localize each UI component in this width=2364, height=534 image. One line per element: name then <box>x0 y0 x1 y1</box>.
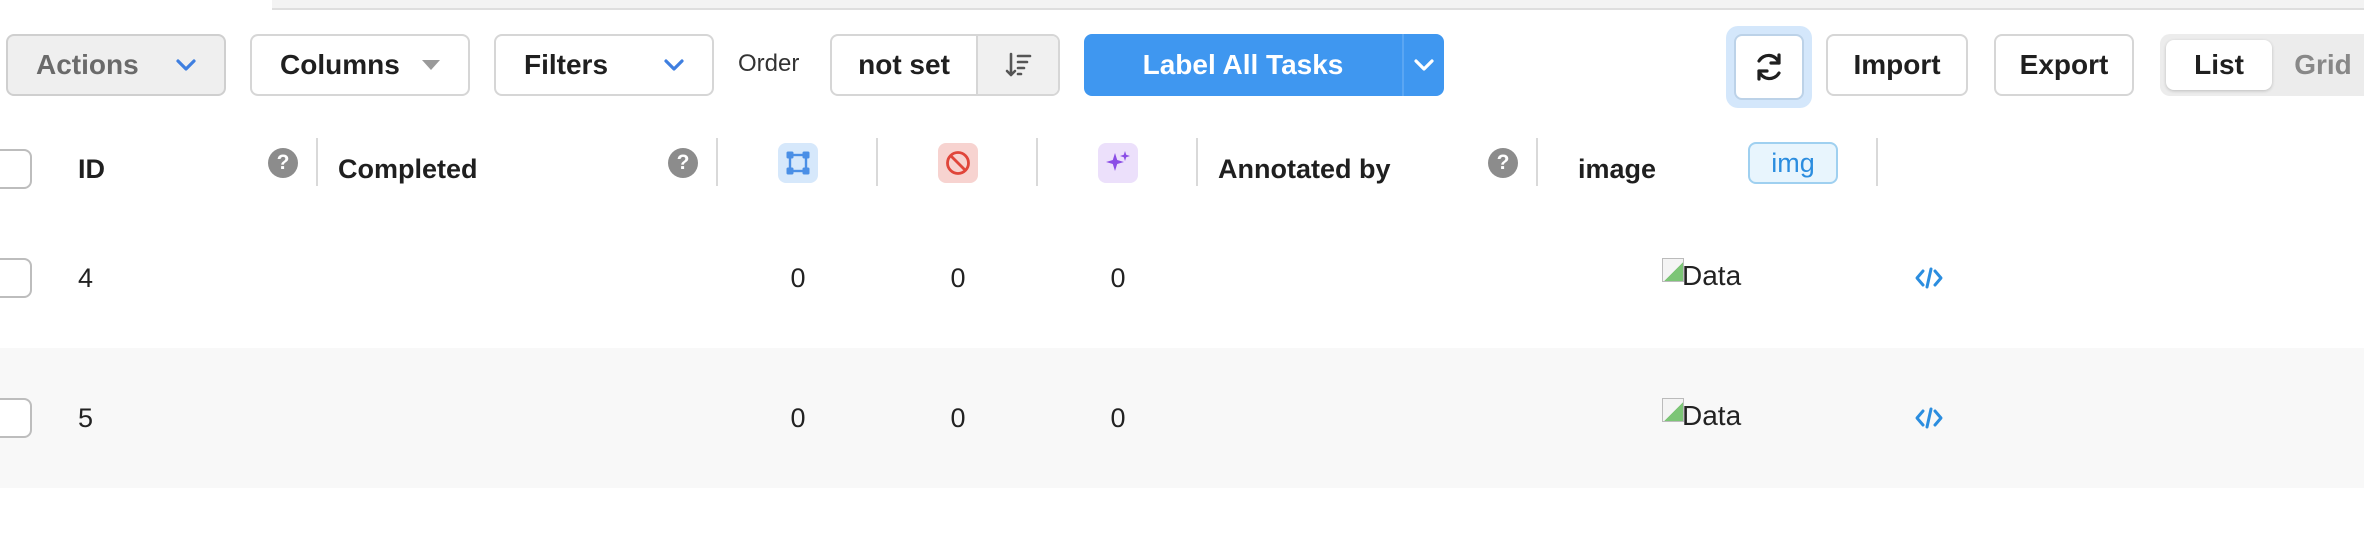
label-all-tasks-group: Label All Tasks <box>1084 34 1444 96</box>
actions-label: Actions <box>36 49 139 80</box>
code-icon[interactable] <box>1914 266 1944 290</box>
sort-direction-button[interactable] <box>976 36 1058 94</box>
row-cancelled-count: 0 <box>950 262 966 293</box>
column-divider <box>1536 138 1538 186</box>
caret-down-icon <box>422 60 440 70</box>
import-button[interactable]: Import <box>1826 34 1968 96</box>
grid-view-button[interactable]: Grid <box>2272 40 2364 90</box>
column-divider <box>1036 138 1038 186</box>
export-label: Export <box>2019 49 2109 80</box>
import-label: Import <box>1853 49 1941 80</box>
table-row[interactable]: 5 0 0 0 Data <box>0 348 2364 488</box>
help-icon[interactable]: ? <box>1488 148 1518 178</box>
top-scroll-track <box>272 0 2364 10</box>
order-label: Order <box>738 50 800 77</box>
column-divider <box>876 138 878 186</box>
row-id: 4 <box>78 262 94 293</box>
select-all-checkbox[interactable] <box>0 149 32 189</box>
row-cancelled-count: 0 <box>950 402 966 433</box>
code-icon[interactable] <box>1914 406 1944 430</box>
block-glyph <box>946 151 970 175</box>
table-row[interactable]: 4 0 0 0 Data <box>0 208 2364 348</box>
columns-label: Columns <box>280 49 400 80</box>
row-image-thumbnail[interactable]: Data <box>1662 398 1741 432</box>
columns-dropdown-button[interactable]: Columns <box>250 34 470 96</box>
export-button[interactable]: Export <box>1994 34 2134 96</box>
row-predictions-count: 0 <box>1110 402 1126 433</box>
row-predictions-count: 0 <box>1110 262 1126 293</box>
list-view-button[interactable]: List <box>2166 40 2272 90</box>
column-header-id[interactable]: ID <box>78 130 105 208</box>
sort-order-icon <box>1005 52 1032 77</box>
view-toggle: List Grid <box>2160 34 2364 96</box>
sparkle-glyph <box>1106 151 1130 171</box>
column-header-annotated-by[interactable]: Annotated by <box>1218 130 1391 208</box>
filters-label: Filters <box>524 49 609 80</box>
chevron-down-icon <box>664 59 684 71</box>
row-id: 5 <box>78 402 94 433</box>
help-icon[interactable]: ? <box>668 148 698 178</box>
column-divider <box>316 138 318 186</box>
filters-dropdown-button[interactable]: Filters <box>494 34 714 96</box>
broken-image-icon <box>1662 398 1684 422</box>
annotations-count-glyph <box>786 151 810 175</box>
help-icon[interactable]: ? <box>268 148 298 178</box>
annotations-count-icon[interactable] <box>778 143 818 183</box>
column-divider <box>1876 138 1878 186</box>
row-annotations-count: 0 <box>790 402 806 433</box>
order-control: not set <box>830 34 1060 96</box>
chevron-down-icon <box>1414 59 1434 71</box>
table-header: ID Completed Annotated by image <box>0 130 2364 210</box>
actions-dropdown-button[interactable]: Actions <box>6 34 226 96</box>
refresh-icon <box>1757 53 1781 81</box>
row-checkbox[interactable] <box>0 398 32 438</box>
refresh-focus-ring <box>1726 26 1812 108</box>
image-type-badge: img <box>1748 142 1838 184</box>
label-options-dropdown[interactable] <box>1402 34 1444 96</box>
label-all-tasks-button[interactable]: Label All Tasks <box>1084 34 1402 96</box>
chevron-down-icon <box>176 59 196 71</box>
image-alt-text: Data <box>1682 400 1742 431</box>
broken-image-icon <box>1662 258 1684 282</box>
row-image-thumbnail[interactable]: Data <box>1662 258 1741 292</box>
column-divider <box>1196 138 1198 186</box>
row-annotations-count: 0 <box>790 262 806 293</box>
image-alt-text: Data <box>1682 260 1742 291</box>
predictions-count-icon[interactable] <box>1098 143 1138 183</box>
row-checkbox[interactable] <box>0 258 32 298</box>
refresh-button[interactable] <box>1734 34 1804 100</box>
order-select[interactable]: not set <box>832 36 976 94</box>
column-divider <box>716 138 718 186</box>
cancelled-count-icon[interactable] <box>938 143 978 183</box>
column-header-image[interactable]: image <box>1578 130 1656 208</box>
column-header-completed[interactable]: Completed <box>338 130 478 208</box>
